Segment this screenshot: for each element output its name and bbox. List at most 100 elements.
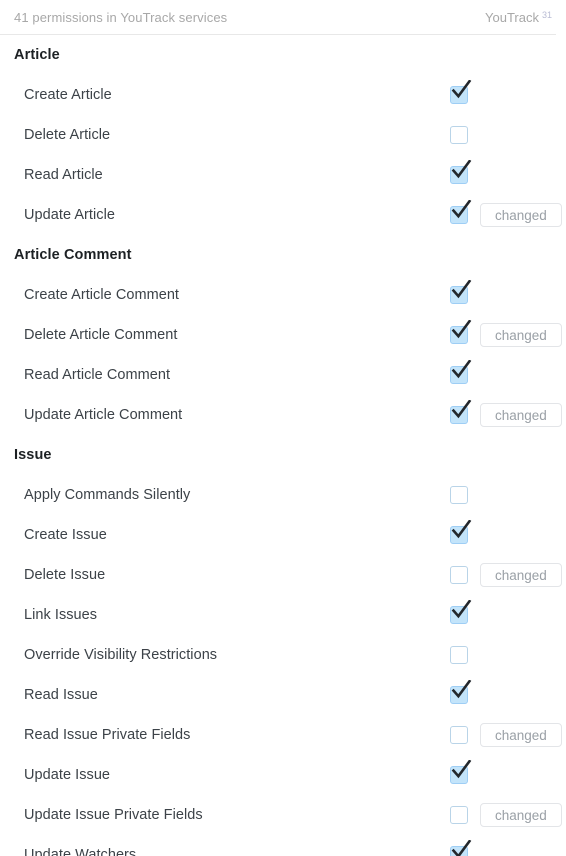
check-glyph [451,760,472,779]
permission-controls: changed [450,795,562,835]
permission-label: Create Article Comment [24,287,180,303]
permission-controls [450,115,468,155]
permission-row[interactable]: Read Article Comment [0,355,566,395]
permission-row[interactable]: Delete Article Comment changed [0,315,566,355]
permission-checkbox[interactable] [450,280,472,304]
permission-checkbox[interactable] [450,520,472,544]
permission-label: Delete Article [24,127,111,143]
check-glyph [451,200,472,219]
permission-checkbox[interactable] [450,400,472,424]
permission-label: Create Article [24,87,112,103]
permission-label: Create Issue [24,527,107,543]
permission-row[interactable]: Read Issue Private Fields changed [0,715,566,755]
permission-row[interactable]: Override Visibility Restrictions [0,635,566,675]
permission-controls [450,355,472,395]
permission-checkbox[interactable] [450,486,468,504]
permission-checkbox[interactable] [450,600,472,624]
check-glyph [451,520,472,539]
permission-checkbox[interactable] [450,806,468,824]
check-glyph [451,80,472,99]
permission-controls: changed [450,195,562,235]
permission-controls [450,475,468,515]
service-name: YouTrack [485,10,539,25]
permission-label: Apply Commands Silently [24,487,191,503]
permissions-list: Article Create Article Delete Article Read … [0,35,566,856]
check-glyph [451,680,472,699]
permission-checkbox[interactable] [450,840,472,856]
permission-controls [450,635,468,675]
permission-row[interactable]: Delete Issue changed [0,555,566,595]
permission-controls: changed [450,555,562,595]
permission-checkbox[interactable] [450,726,468,744]
check-glyph [451,600,472,619]
permission-label: Update Issue [24,767,111,783]
permission-label: Read Issue Private Fields [24,727,191,743]
permission-label: Read Article [24,167,103,183]
permission-row[interactable]: Update Watchers [0,835,566,856]
changed-badge[interactable]: changed [480,203,562,227]
permission-checkbox[interactable] [450,680,472,704]
permission-label: Update Article Comment [24,407,183,423]
permission-label: Delete Issue [24,567,106,583]
permission-label: Link Issues [24,607,98,623]
permission-controls [450,75,472,115]
changed-badge[interactable]: changed [480,403,562,427]
permission-controls [450,595,472,635]
permission-controls: changed [450,715,562,755]
permission-label: Update Issue Private Fields [24,807,203,823]
check-glyph [451,360,472,379]
permission-label: Override Visibility Restrictions [24,647,218,663]
permissions-summary-text: 41 permissions in YouTrack services [14,10,228,25]
permission-row[interactable]: Update Article Comment changed [0,395,566,435]
check-glyph [451,320,472,339]
permission-controls: changed [450,315,562,355]
permission-row[interactable]: Update Issue [0,755,566,795]
permission-controls [450,155,472,195]
changed-badge[interactable]: changed [480,803,562,827]
permission-row[interactable]: Update Article changed [0,195,566,235]
permission-checkbox[interactable] [450,126,468,144]
permission-row[interactable]: Delete Article [0,115,566,155]
section-header-0: Article [14,47,60,63]
permission-controls [450,675,472,715]
permission-checkbox[interactable] [450,320,472,344]
permission-row[interactable]: Create Article [0,75,566,115]
permission-row[interactable]: Link Issues [0,595,566,635]
permission-label: Read Article Comment [24,367,171,383]
permission-label: Read Issue [24,687,98,703]
changed-badge[interactable]: changed [480,723,562,747]
permission-controls: changed [450,395,562,435]
check-glyph [451,160,472,179]
permission-checkbox[interactable] [450,200,472,224]
permission-label: Update Watchers [24,847,137,856]
changed-badge[interactable]: changed [480,563,562,587]
permission-checkbox[interactable] [450,566,468,584]
permission-row[interactable]: Create Issue [0,515,566,555]
permission-row[interactable]: Read Article [0,155,566,195]
permission-label: Update Article [24,207,115,223]
permission-checkbox[interactable] [450,80,472,104]
panel-header: 41 permissions in YouTrack services YouT… [0,0,566,35]
check-glyph [451,280,472,299]
permission-controls [450,275,472,315]
permission-checkbox[interactable] [450,646,468,664]
check-glyph [451,840,472,856]
permission-controls [450,835,472,856]
service-indicator: YouTrack 31 [485,10,556,25]
permission-row[interactable]: Create Article Comment [0,275,566,315]
service-permission-count: 31 [541,10,552,20]
permission-checkbox[interactable] [450,360,472,384]
permission-checkbox[interactable] [450,760,472,784]
check-glyph [451,400,472,419]
section-header-1: Article Comment [14,247,132,263]
changed-badge[interactable]: changed [480,323,562,347]
permissions-panel: 41 permissions in YouTrack services YouT… [0,0,566,856]
permission-label: Delete Article Comment [24,327,178,343]
permission-row[interactable]: Apply Commands Silently [0,475,566,515]
permission-controls [450,755,472,795]
permission-row[interactable]: Read Issue [0,675,566,715]
permission-controls [450,515,472,555]
section-header-2: Issue [14,447,52,463]
permission-row[interactable]: Update Issue Private Fields changed [0,795,566,835]
permission-checkbox[interactable] [450,160,472,184]
